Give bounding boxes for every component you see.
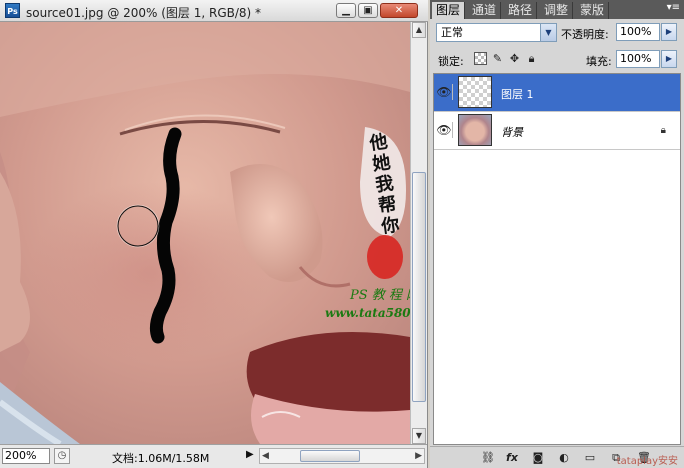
scroll-right-arrow-icon[interactable]: ▶ xyxy=(415,449,422,463)
layer-row-layer1[interactable]: 👁︎ 图层 1 xyxy=(434,74,680,112)
lock-icon: 🔒︎ xyxy=(660,125,666,136)
tab-paths[interactable]: 路径 xyxy=(504,2,538,19)
panel-tabs: 图层 通道 路径 调整 蒙版 ▾≡ xyxy=(430,0,684,19)
watermark-line1: PS 教 程 网 xyxy=(350,288,410,303)
horizontal-scrollbar[interactable]: ◀ ▶ xyxy=(259,448,425,464)
document-window: Ps source01.jpg @ 200% (图层 1, RGB/8) * ▁… xyxy=(0,0,428,468)
chevron-down-icon[interactable]: ▼ xyxy=(540,24,556,41)
lock-brush-icon[interactable]: ✎ xyxy=(491,52,504,65)
fill-flyout-icon[interactable]: ▶ xyxy=(661,50,677,68)
panel-menu-icon[interactable]: ▾≡ xyxy=(667,2,680,13)
scroll-left-arrow-icon[interactable]: ◀ xyxy=(262,449,269,463)
restore-button[interactable]: ▣ xyxy=(358,3,378,18)
layer-thumbnail xyxy=(458,76,492,108)
mask-icon[interactable]: ◙ xyxy=(530,450,546,466)
status-menu-arrow-icon[interactable]: ▶ xyxy=(246,449,254,460)
layer-row-background[interactable]: 👁︎ 背景 🔒︎ xyxy=(434,112,680,150)
blend-mode-select[interactable]: 正常 ▼ xyxy=(436,23,557,42)
eye-icon[interactable]: 👁︎ xyxy=(436,122,453,138)
fill-label: 填充: xyxy=(586,55,612,68)
horizontal-scroll-thumb[interactable] xyxy=(300,450,360,462)
vertical-scroll-thumb[interactable] xyxy=(412,172,426,402)
scroll-down-arrow-icon[interactable]: ▼ xyxy=(412,428,426,444)
eye-icon[interactable]: 👁︎ xyxy=(436,84,453,100)
tab-layers[interactable]: 图层 xyxy=(432,2,466,19)
layers-list: 👁︎ 图层 1 👁︎ 背景 🔒︎ xyxy=(433,73,681,445)
image-canvas[interactable]: 他 她 我 帮 你 PS 教 程 网 www.tata580.com xyxy=(0,22,410,444)
opacity-flyout-icon[interactable]: ▶ xyxy=(661,23,677,41)
document-title: source01.jpg @ 200% (图层 1, RGB/8) * xyxy=(26,6,262,20)
opacity-label: 不透明度: xyxy=(561,28,609,41)
status-bar: 200% ◷ 文档:1.06M/1.58M ▶ ◀ ▶ xyxy=(0,444,427,468)
tab-masks[interactable]: 蒙版 xyxy=(576,2,610,19)
photoshop-icon: Ps xyxy=(5,3,20,18)
vertical-scrollbar[interactable]: ▲ ▼ xyxy=(410,22,427,444)
layer-name: 背景 xyxy=(501,126,523,139)
layers-panel: 图层 通道 路径 调整 蒙版 ▾≡ 正常 ▼ 不透明度: 100% ▶ 锁定: … xyxy=(430,0,684,468)
link-icon[interactable]: ⛓ xyxy=(480,450,496,466)
layers-bottom-toolbar: ⛓ fx ◙ ◐ ▭ ⧉ 🗑︎ tataplay安安 xyxy=(430,446,684,468)
lock-label: 锁定: xyxy=(438,55,464,68)
scroll-up-arrow-icon[interactable]: ▲ xyxy=(412,22,426,38)
group-icon[interactable]: ▭ xyxy=(582,450,598,466)
bottom-watermark: tataplay安安 xyxy=(616,456,678,467)
blend-mode-value: 正常 xyxy=(441,26,463,39)
document-titlebar[interactable]: Ps source01.jpg @ 200% (图层 1, RGB/8) * ▁… xyxy=(0,0,428,22)
opacity-field[interactable]: 100% xyxy=(616,23,660,41)
tab-channels[interactable]: 通道 xyxy=(468,2,502,19)
layer-name: 图层 1 xyxy=(501,88,534,101)
document-size: 文档:1.06M/1.58M xyxy=(112,452,210,465)
watermark-line2: www.tata580.com xyxy=(325,306,410,320)
fx-icon[interactable]: fx xyxy=(504,450,520,466)
adjustment-icon[interactable]: ◐ xyxy=(556,450,572,466)
photo-content xyxy=(0,22,410,444)
lock-all-icon[interactable]: 🔒︎ xyxy=(525,52,538,65)
lock-position-icon[interactable]: ✥ xyxy=(508,52,521,65)
tab-adjustments[interactable]: 调整 xyxy=(540,2,574,19)
lock-transparency-icon[interactable] xyxy=(474,52,487,65)
close-button[interactable]: ✕ xyxy=(380,3,418,18)
fill-field[interactable]: 100% xyxy=(616,50,660,68)
layer-thumbnail xyxy=(458,114,492,146)
zoom-field[interactable]: 200% xyxy=(2,448,50,464)
minimize-button[interactable]: ▁ xyxy=(336,3,356,18)
navigator-icon[interactable]: ◷ xyxy=(54,448,70,464)
